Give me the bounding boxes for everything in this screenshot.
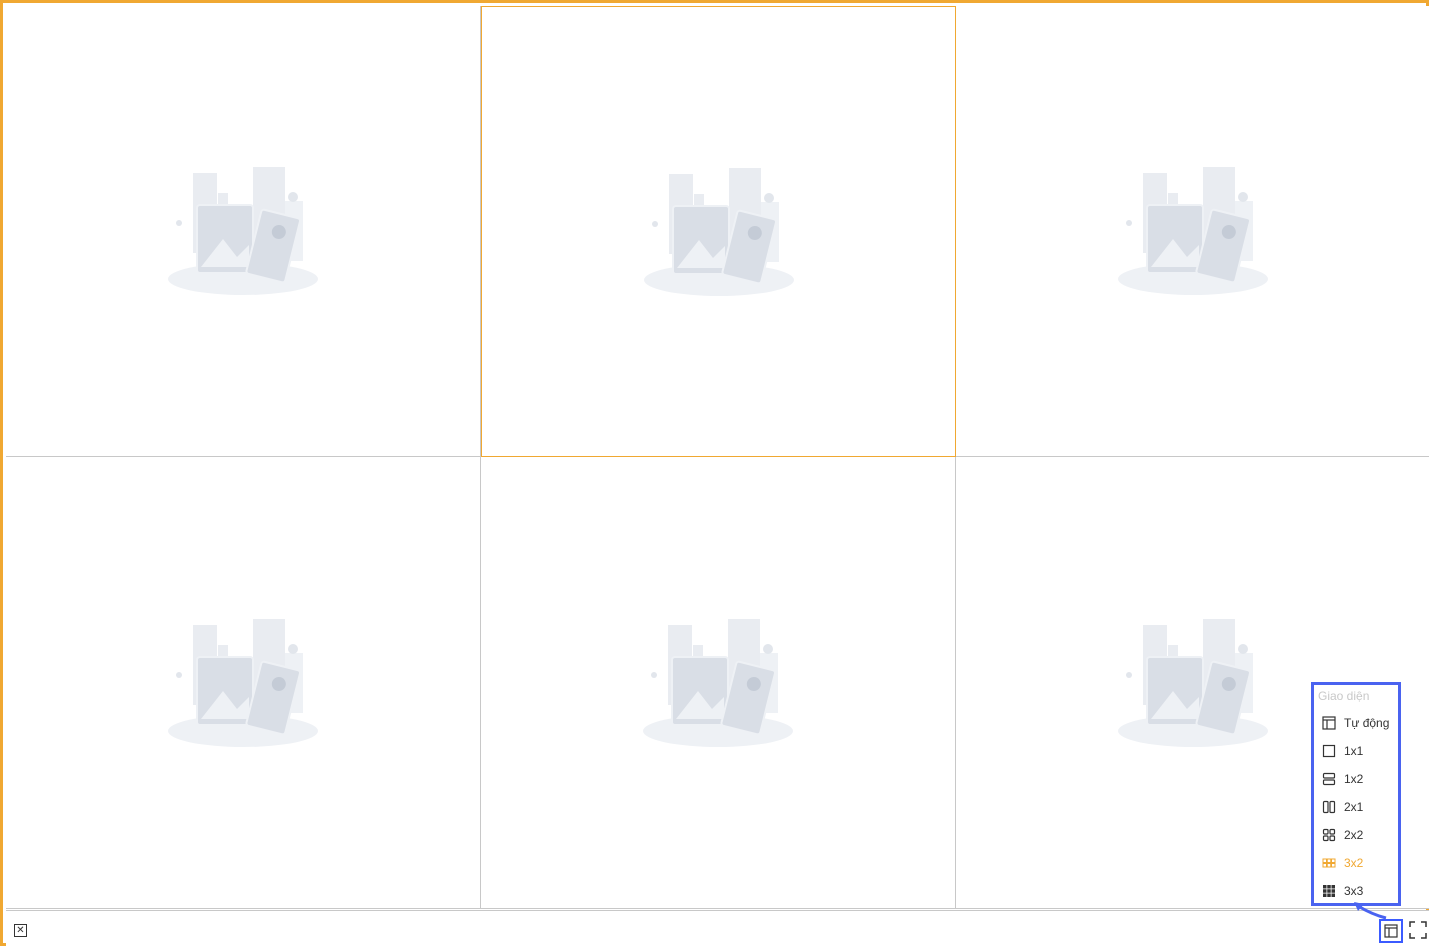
menu-item-auto[interactable]: Tự động bbox=[1322, 713, 1389, 733]
close-box-icon[interactable]: ✕ bbox=[14, 924, 27, 937]
grid-cell-5[interactable] bbox=[481, 457, 956, 909]
no-image-placeholder-icon bbox=[163, 613, 323, 753]
two-rows-icon bbox=[1322, 772, 1336, 786]
menu-item-label: Tự động bbox=[1344, 716, 1390, 730]
menu-item-2x2[interactable]: 2x2 bbox=[1322, 825, 1363, 845]
menu-item-2x1[interactable]: 2x1 bbox=[1322, 797, 1363, 817]
menu-item-label: 2x2 bbox=[1344, 828, 1364, 842]
menu-item-label: 3x2 bbox=[1344, 856, 1364, 870]
menu-item-1x2[interactable]: 1x2 bbox=[1322, 769, 1363, 789]
camera-grid bbox=[6, 6, 1429, 909]
grid-cell-1[interactable] bbox=[6, 6, 481, 457]
camera-view-frame: ✕ bbox=[0, 0, 1429, 946]
auto-layout-icon bbox=[1322, 716, 1336, 730]
layout-menu: Giao diện Tự động 1x1 1x2 2x1 2x2 3x2 3x… bbox=[1311, 682, 1401, 906]
fullscreen-icon[interactable] bbox=[1409, 921, 1427, 939]
annotation-arrow bbox=[1354, 902, 1387, 920]
menu-title: Giao diện bbox=[1318, 689, 1370, 703]
single-square-icon bbox=[1322, 744, 1336, 758]
no-image-placeholder-icon bbox=[163, 161, 323, 301]
grid-2x2-icon bbox=[1322, 828, 1336, 842]
menu-item-3x2[interactable]: 3x2 bbox=[1322, 853, 1363, 873]
bottom-toolbar: ✕ bbox=[6, 910, 1429, 946]
grid-3x3-icon bbox=[1323, 885, 1335, 897]
menu-item-1x1[interactable]: 1x1 bbox=[1322, 741, 1363, 761]
menu-item-label: 2x1 bbox=[1344, 800, 1364, 814]
two-columns-icon bbox=[1322, 800, 1336, 814]
grid-3x2-icon bbox=[1322, 858, 1336, 868]
no-image-placeholder-icon bbox=[1113, 161, 1273, 301]
grid-cell-2[interactable] bbox=[481, 6, 956, 457]
grid-cell-3[interactable] bbox=[956, 6, 1429, 457]
menu-item-label: 1x2 bbox=[1344, 772, 1364, 786]
layout-icon bbox=[1384, 924, 1398, 938]
no-image-placeholder-icon bbox=[1113, 613, 1273, 753]
grid-cell-4[interactable] bbox=[6, 457, 481, 909]
no-image-placeholder-icon bbox=[638, 613, 798, 753]
menu-item-label: 1x1 bbox=[1344, 744, 1364, 758]
no-image-placeholder-icon bbox=[639, 162, 799, 302]
